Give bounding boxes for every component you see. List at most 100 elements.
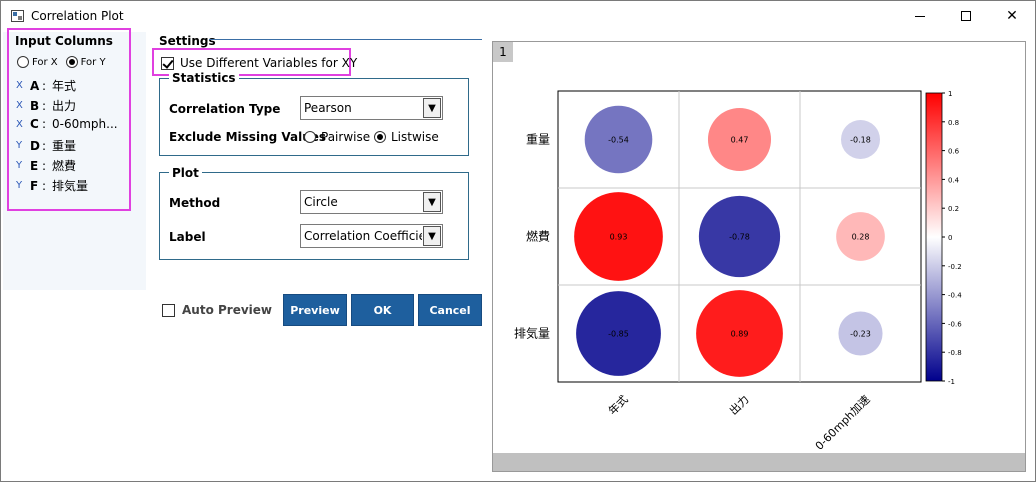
- correlation-type-select[interactable]: Pearson ▼: [300, 96, 443, 120]
- column-role: Y: [16, 140, 23, 151]
- y-tick-label: 排気量: [514, 326, 550, 341]
- close-button[interactable]: ✕: [989, 1, 1035, 31]
- colorbar-tick-label: -0.2: [948, 263, 962, 271]
- column-item-e[interactable]: Y E : 燃費: [16, 157, 76, 174]
- radio-for-x[interactable]: [17, 56, 29, 68]
- settings-divider: [209, 39, 482, 40]
- x-tick-label: 0-60mph加速: [813, 393, 873, 452]
- title-bar[interactable]: Correlation Plot ✕: [1, 1, 1035, 31]
- correlation-chart: -0.54 0.47 -0.18 0.93 -0.78 0.28 -0.85 0.89 -0.2…: [514, 90, 962, 452]
- listwise-label: Listwise: [391, 130, 439, 144]
- radio-for-y[interactable]: [65, 56, 78, 68]
- column-separator: :: [42, 138, 47, 153]
- column-letter: B: [30, 98, 40, 113]
- colorbar-tick-label: 0.2: [948, 205, 959, 213]
- close-icon: ✕: [1006, 8, 1018, 24]
- dialog-window: Correlation Plot ✕ Input Columns For X F…: [0, 0, 1036, 482]
- pairwise-radio[interactable]: [304, 131, 316, 143]
- correlation-value-label: 0.89: [731, 330, 749, 339]
- column-letter: A: [30, 78, 40, 93]
- method-value: Circle: [304, 195, 338, 209]
- column-letter: D: [30, 138, 40, 153]
- label-select[interactable]: Correlation Coefficient ▼: [300, 224, 443, 248]
- colorbar: 1 0.8 0.6 0.4 0.2 0 -0.2 -0.4 -0.6 -0.8 -1: [925, 90, 962, 386]
- use-diff-vars-option[interactable]: Use Different Variables for XY: [161, 56, 357, 70]
- column-separator: :: [42, 158, 47, 173]
- minimize-icon: [915, 15, 925, 17]
- colorbar-tick-label: 0.4: [948, 176, 960, 184]
- column-role: X: [16, 118, 23, 130]
- axis-role-radios: For X For Y: [17, 56, 106, 68]
- column-name: 出力: [52, 99, 77, 113]
- column-name: 排気量: [52, 179, 89, 193]
- column-item-a[interactable]: X A : 年式: [16, 77, 76, 94]
- column-name: 年式: [52, 79, 77, 93]
- column-name: 0-60mph...: [52, 117, 118, 131]
- correlation-value-label: -0.54: [608, 136, 629, 145]
- radio-for-y-label: For Y: [80, 56, 106, 68]
- column-separator: :: [42, 78, 47, 93]
- chevron-down-icon[interactable]: ▼: [423, 192, 441, 212]
- plot-title: Plot: [169, 166, 202, 180]
- column-item-c[interactable]: X C : 0-60mph...: [16, 117, 118, 131]
- colorbar-tick-label: 0.8: [948, 119, 959, 127]
- pairwise-label: Pairwise: [321, 130, 371, 144]
- column-item-b[interactable]: X B : 出力: [16, 97, 76, 114]
- auto-preview-checkbox[interactable]: [162, 303, 175, 317]
- colorbar-tick-label: 1: [948, 90, 952, 98]
- method-select[interactable]: Circle ▼: [300, 190, 443, 214]
- column-letter: C: [30, 117, 39, 131]
- x-tick-label: 年式: [605, 392, 630, 417]
- colorbar-tick-label: -1: [948, 378, 955, 386]
- colorbar-tick-label: 0: [948, 234, 952, 242]
- y-tick-label: 重量: [526, 133, 550, 147]
- auto-preview-option[interactable]: Auto Preview: [162, 303, 272, 317]
- maximize-button[interactable]: [943, 1, 989, 31]
- exclude-missing-label: Exclude Missing Values: [169, 130, 327, 144]
- colorbar-gradient: [925, 92, 943, 382]
- column-role: X: [16, 100, 23, 111]
- column-role: Y: [16, 160, 23, 171]
- correlation-type-value: Pearson: [304, 101, 352, 115]
- y-tick-label: 燃費: [526, 229, 550, 244]
- column-name: 燃費: [52, 159, 77, 173]
- correlation-value-label: -0.78: [729, 233, 750, 242]
- colorbar-tick-label: -0.8: [948, 349, 962, 357]
- minimize-button[interactable]: [897, 1, 943, 31]
- column-item-f[interactable]: Y F : 排気量: [16, 177, 88, 194]
- input-columns-title: Input Columns: [15, 34, 113, 48]
- correlation-value-label: -0.18: [850, 136, 871, 145]
- correlation-value-label: -0.85: [608, 330, 629, 339]
- column-letter: E: [30, 158, 39, 173]
- preview-panel: 1 -0.54 0.47 -0.18 0.93 -0.78 0.28 -0.85 0.89 -0…: [492, 41, 1026, 472]
- column-letter: F: [30, 178, 39, 193]
- colorbar-tick-label: -0.6: [948, 320, 962, 328]
- column-role: X: [16, 80, 23, 91]
- ok-button[interactable]: OK: [351, 294, 414, 326]
- settings-title: Settings: [159, 34, 216, 48]
- x-tick-label: 出力: [726, 392, 751, 417]
- use-diff-vars-checkbox[interactable]: [161, 56, 174, 70]
- method-label: Method: [169, 196, 221, 210]
- correlation-value-label: 0.93: [610, 233, 628, 242]
- chevron-down-icon[interactable]: ▼: [423, 226, 441, 246]
- correlation-type-label: Correlation Type: [169, 102, 281, 116]
- column-separator: :: [42, 98, 47, 113]
- column-name: 重量: [52, 139, 77, 153]
- correlation-value-label: 0.28: [852, 233, 870, 242]
- column-item-d[interactable]: Y D : 重量: [16, 137, 76, 154]
- cancel-button[interactable]: Cancel: [418, 294, 482, 326]
- window-title: Correlation Plot: [31, 9, 124, 23]
- column-separator: :: [42, 117, 47, 131]
- preview-status-strip: [493, 453, 1025, 471]
- app-icon: [11, 10, 24, 22]
- auto-preview-label: Auto Preview: [182, 303, 272, 317]
- colorbar-tick-label: 0.6: [948, 148, 960, 156]
- preview-button[interactable]: Preview: [283, 294, 347, 326]
- pairwise-option[interactable]: Pairwise: [304, 130, 370, 144]
- listwise-option[interactable]: Listwise: [374, 130, 439, 144]
- colorbar-tick-label: -0.4: [948, 292, 962, 300]
- listwise-radio[interactable]: [374, 131, 386, 143]
- chevron-down-icon[interactable]: ▼: [423, 98, 441, 118]
- radio-for-x-label: For X: [32, 56, 58, 68]
